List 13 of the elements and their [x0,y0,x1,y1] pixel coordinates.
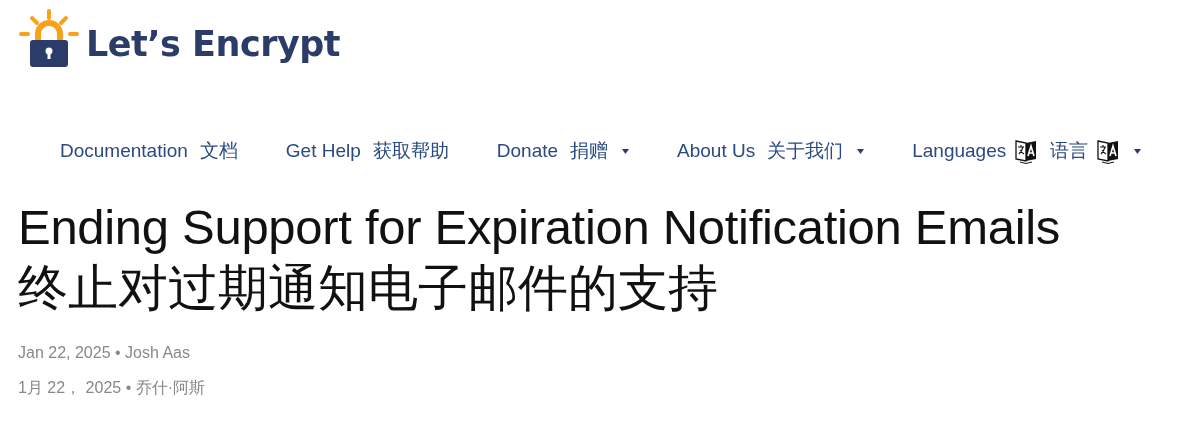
post-meta: 1月 22， 2025 • 乔什·阿斯 [18,378,206,398]
translate-icon [1014,138,1039,164]
padlock-sun-icon [18,8,80,68]
translate-icon [1096,138,1121,164]
article-title: 终止对过期通知电子邮件的支持 [18,259,719,318]
nav-link[interactable]: Languages 语言 [912,138,1142,164]
nav-link[interactable]: Donate 捐赠 [496,138,630,164]
article-title: Ending Support for Expiration Notification Emails [18,199,1062,256]
nav-link[interactable]: Get Help 获取帮助 [285,138,449,164]
post-meta: Jan 22, 2025 • Josh Aas [18,344,191,362]
nav-link[interactable]: Documentation 文档 [60,138,238,164]
nav-link[interactable]: About Us 关于我们 [677,138,865,164]
logo-text[interactable]: Let’s Encrypt [86,24,341,64]
